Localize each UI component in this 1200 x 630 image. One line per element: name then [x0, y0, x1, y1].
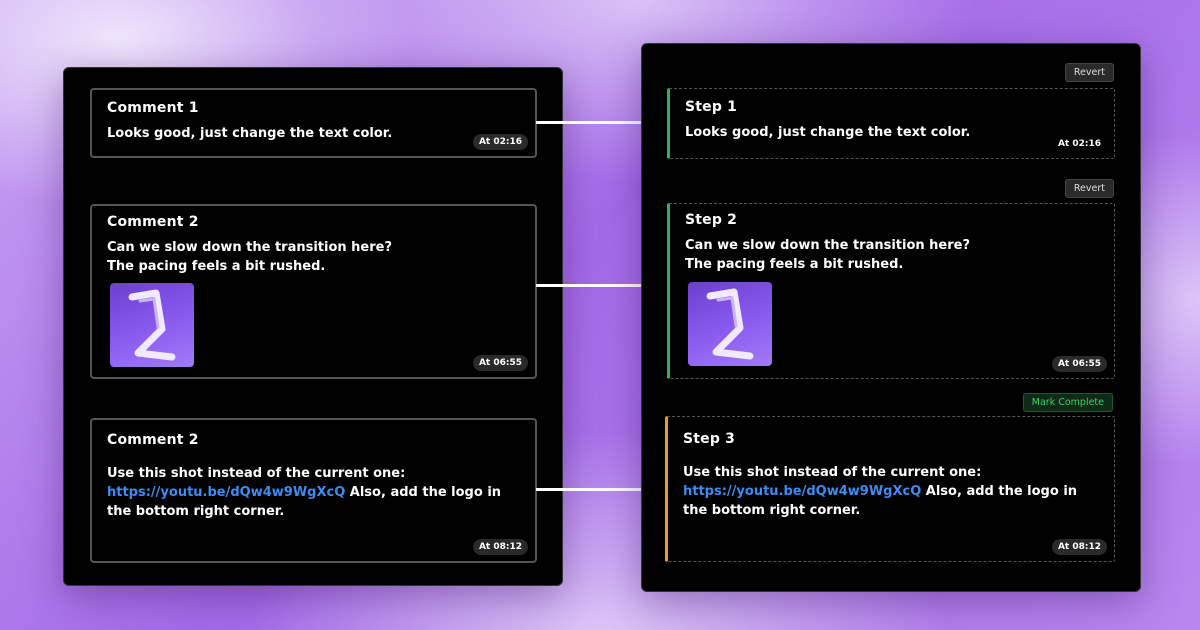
logo-thumbnail-icon[interactable] — [688, 282, 772, 366]
comment-card-3[interactable]: Comment 2 Use this shot instead of the c… — [90, 418, 537, 563]
step-text: Use this shot instead of the current one… — [683, 463, 1102, 520]
step-title: Step 3 — [683, 431, 736, 447]
comment-text-line-1: Can we slow down the transition here? — [107, 240, 393, 255]
step-title: Step 2 — [685, 212, 738, 228]
mark-complete-button[interactable]: Mark Complete — [1022, 393, 1113, 412]
timestamp-badge[interactable]: At 08:12 — [1051, 539, 1107, 555]
revert-button[interactable]: Revert — [1064, 179, 1114, 198]
step-text: Can we slow down the transition here? Th… — [685, 236, 1102, 274]
step-text-line-2: The pacing feels a bit rushed. — [685, 257, 904, 272]
comment-card-1[interactable]: Comment 1 Looks good, just change the te… — [90, 88, 537, 158]
timestamp-badge[interactable]: At 02:16 — [1052, 136, 1107, 152]
step-link[interactable]: https://youtu.be/dQw4w9WgXcQ — [683, 484, 921, 499]
comment-text-pre-link: Use this shot instead of the current one… — [107, 466, 406, 481]
timestamp-badge[interactable]: At 08:12 — [472, 539, 528, 555]
revert-button[interactable]: Revert — [1064, 63, 1114, 82]
comment-title: Comment 2 — [107, 214, 199, 230]
comment-text: Looks good, just change the text color. — [107, 126, 393, 141]
timestamp-badge[interactable]: At 06:55 — [472, 355, 528, 371]
step-text: Looks good, just change the text color. — [685, 125, 971, 140]
step-card-1[interactable]: Step 1 Looks good, just change the text … — [667, 88, 1115, 159]
comment-card-2[interactable]: Comment 2 Can we slow down the transitio… — [90, 204, 537, 379]
comment-text-line-2: The pacing feels a bit rushed. — [107, 259, 326, 274]
steps-panel: Revert Step 1 Looks good, just change th… — [641, 43, 1141, 592]
comment-link[interactable]: https://youtu.be/dQw4w9WgXcQ — [107, 485, 345, 500]
timestamp-badge[interactable]: At 02:16 — [472, 134, 528, 150]
comment-title: Comment 1 — [107, 100, 199, 116]
step-card-2[interactable]: Step 2 Can we slow down the transition h… — [667, 203, 1115, 379]
step-title: Step 1 — [685, 99, 738, 115]
timestamp-badge[interactable]: At 06:55 — [1051, 356, 1107, 372]
step-text-line-1: Can we slow down the transition here? — [685, 238, 971, 253]
comment-text: Can we slow down the transition here? Th… — [107, 238, 523, 276]
comment-text: Use this shot instead of the current one… — [107, 464, 523, 521]
logo-thumbnail-icon[interactable] — [110, 283, 194, 367]
step-card-3[interactable]: Step 3 Use this shot instead of the curr… — [665, 416, 1115, 562]
comments-panel: Comment 1 Looks good, just change the te… — [63, 67, 563, 586]
step-text-pre-link: Use this shot instead of the current one… — [683, 465, 982, 480]
comment-title: Comment 2 — [107, 432, 199, 448]
